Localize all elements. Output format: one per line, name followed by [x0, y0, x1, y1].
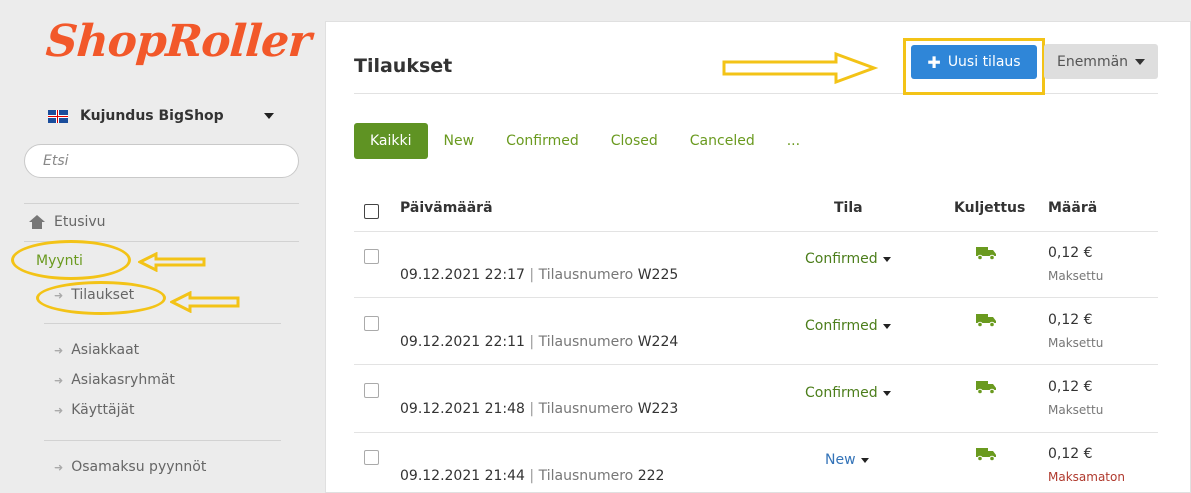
- status-label: Confirmed: [805, 251, 878, 267]
- chevron-down-icon: [1135, 58, 1146, 65]
- chevron-down-icon: [264, 113, 274, 119]
- order-number: W225: [637, 267, 679, 283]
- home-icon: [28, 215, 46, 229]
- chevron-down-icon: [860, 457, 869, 463]
- sidebar: ShopRoller Kujundus BigShop Etusivu Myyn…: [0, 0, 322, 493]
- payment-status: Maksettu: [1048, 336, 1104, 350]
- nav-item-customers[interactable]: ➜ Asiakkaat: [54, 342, 139, 358]
- more-button[interactable]: Enemmän: [1044, 44, 1158, 79]
- column-header-date[interactable]: Päivämäärä: [400, 200, 493, 216]
- chevron-down-icon: [882, 390, 891, 396]
- uk-flag-icon: [48, 109, 68, 123]
- nav-installments-label: Osamaksu pyynnöt: [71, 459, 207, 475]
- order-date[interactable]: 09.12.2021 21:48 | Tilausnumero W223: [400, 401, 678, 417]
- nav-home-label: Etusivu: [54, 214, 106, 230]
- row-checkbox[interactable]: [364, 450, 379, 465]
- nav-customers-label: Asiakkaat: [71, 342, 140, 358]
- tab-all[interactable]: Kaikki: [354, 123, 428, 159]
- plus-icon: ✚: [927, 52, 941, 72]
- order-number: W224: [637, 334, 679, 350]
- arrow-right-icon: ➜: [54, 460, 64, 474]
- order-number-label: Tilausnumero: [538, 334, 634, 350]
- divider: [44, 323, 281, 324]
- select-all-checkbox[interactable]: [364, 204, 379, 219]
- tab-closed[interactable]: Closed: [595, 123, 674, 159]
- order-date[interactable]: 09.12.2021 22:17 | Tilausnumero W225: [400, 267, 678, 283]
- status-label: Confirmed: [805, 385, 878, 401]
- status-dropdown[interactable]: Confirmed: [805, 385, 891, 401]
- row-checkbox[interactable]: [364, 316, 379, 331]
- order-datetime: 09.12.2021 21:48: [400, 401, 525, 417]
- nav-customer-groups-label: Asiakasryhmät: [71, 372, 175, 388]
- payment-status: Maksettu: [1048, 269, 1104, 283]
- row-checkbox[interactable]: [364, 383, 379, 398]
- shop-name: Kujundus BigShop: [80, 108, 224, 124]
- order-datetime: 09.12.2021 22:11: [400, 334, 525, 350]
- order-amount: 0,12 €: [1048, 446, 1093, 462]
- tab-more[interactable]: ...: [771, 123, 816, 159]
- divider: [354, 432, 1158, 433]
- order-number: 222: [637, 468, 665, 484]
- truck-icon: [976, 381, 996, 394]
- truck-icon: [976, 314, 996, 327]
- order-date[interactable]: 09.12.2021 22:11 | Tilausnumero W224: [400, 334, 678, 350]
- status-tabs: Kaikki New Confirmed Closed Canceled ...: [354, 123, 816, 159]
- order-date[interactable]: 09.12.2021 21:44 | Tilausnumero 222: [400, 468, 664, 484]
- row-checkbox[interactable]: [364, 249, 379, 264]
- order-datetime: 09.12.2021 21:44: [400, 468, 525, 484]
- nav-item-customer-groups[interactable]: ➜ Asiakasryhmät: [54, 372, 175, 388]
- order-number-label: Tilausnumero: [538, 267, 634, 283]
- divider: [354, 364, 1158, 365]
- column-header-shipping[interactable]: Kuljettus: [954, 200, 1025, 216]
- status-dropdown[interactable]: Confirmed: [805, 318, 891, 334]
- highlight-ellipse: [11, 240, 131, 280]
- divider: [44, 440, 281, 441]
- divider: [354, 297, 1158, 298]
- order-number: W223: [637, 401, 679, 417]
- tab-new[interactable]: New: [428, 123, 491, 159]
- annotation-arrow-left-icon: [170, 291, 240, 313]
- order-amount: 0,12 €: [1048, 245, 1093, 261]
- order-number-label: Tilausnumero: [538, 468, 634, 484]
- page-title: Tilaukset: [354, 55, 453, 77]
- status-dropdown[interactable]: New: [825, 452, 869, 468]
- status-label: New: [825, 452, 856, 468]
- status-label: Confirmed: [805, 318, 878, 334]
- new-order-button[interactable]: ✚ Uusi tilaus: [911, 45, 1037, 79]
- chevron-down-icon: [882, 256, 891, 262]
- column-header-status[interactable]: Tila: [834, 200, 863, 216]
- truck-icon: [976, 448, 996, 461]
- column-header-amount[interactable]: Määrä: [1048, 200, 1097, 216]
- chevron-down-icon: [882, 323, 891, 329]
- arrow-right-icon: ➜: [54, 403, 64, 417]
- annotation-arrow-left-icon: [138, 252, 206, 272]
- nav-item-home[interactable]: Etusivu: [28, 214, 106, 230]
- tab-canceled[interactable]: Canceled: [674, 123, 771, 159]
- order-number-label: Tilausnumero: [538, 401, 634, 417]
- order-datetime: 09.12.2021 22:17: [400, 267, 525, 283]
- new-order-label: Uusi tilaus: [947, 54, 1021, 70]
- divider: [354, 231, 1158, 232]
- arrow-right-icon: ➜: [54, 343, 64, 357]
- more-label: Enemmän: [1056, 53, 1129, 70]
- shoproller-logo[interactable]: ShopRoller: [44, 16, 312, 67]
- tab-confirmed[interactable]: Confirmed: [490, 123, 595, 159]
- order-amount: 0,12 €: [1048, 379, 1093, 395]
- highlight-ellipse: [36, 281, 166, 315]
- divider: [24, 203, 299, 204]
- order-amount: 0,12 €: [1048, 312, 1093, 328]
- status-dropdown[interactable]: Confirmed: [805, 251, 891, 267]
- annotation-arrow-right-icon: [722, 51, 879, 85]
- nav-item-users[interactable]: ➜ Käyttäjät: [54, 402, 135, 418]
- arrow-right-icon: ➜: [54, 373, 64, 387]
- nav-users-label: Käyttäjät: [71, 402, 135, 418]
- payment-status: Maksettu: [1048, 403, 1104, 417]
- payment-status: Maksamaton: [1048, 470, 1125, 484]
- truck-icon: [976, 247, 996, 260]
- nav-item-installments[interactable]: ➜ Osamaksu pyynnöt: [54, 459, 206, 475]
- search-input[interactable]: [24, 144, 299, 178]
- shop-selector[interactable]: Kujundus BigShop: [48, 106, 274, 126]
